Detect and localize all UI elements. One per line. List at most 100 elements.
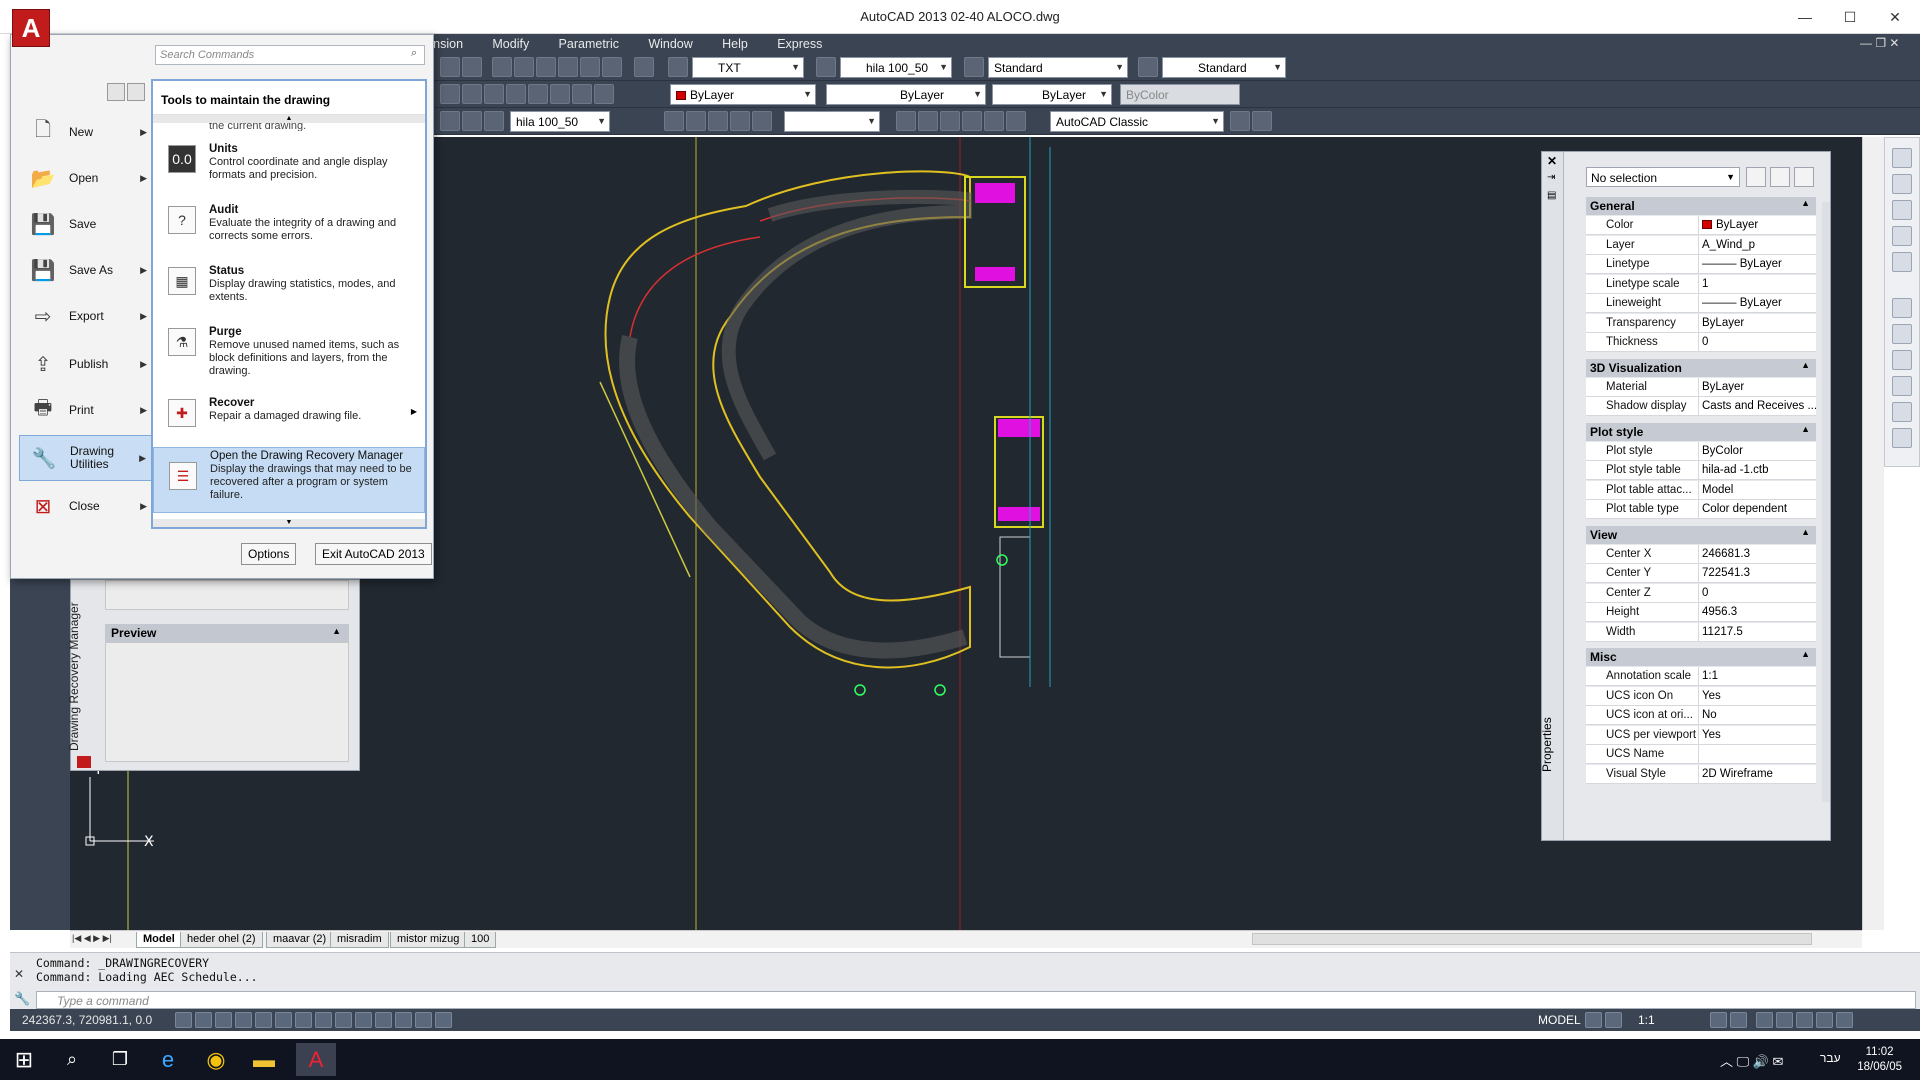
menu-print[interactable]: 🖶 Print ▶ (19, 389, 155, 431)
property-row[interactable]: Layer A_Wind_p (1586, 235, 1816, 255)
tool-icon[interactable] (1892, 148, 1912, 168)
menu-save-as[interactable]: 💾 Save As ▶ (19, 249, 155, 291)
ortho-icon[interactable] (235, 1012, 252, 1028)
maximize-button[interactable]: ☐ (1835, 6, 1865, 28)
osnap-icon[interactable] (275, 1012, 292, 1028)
wrench-icon[interactable]: 🔧 (14, 991, 30, 1007)
lineweight-combo[interactable]: ByLayer ▼ (992, 84, 1112, 105)
quick-select-icon[interactable] (1794, 167, 1814, 187)
tool-icon[interactable] (1892, 402, 1912, 422)
text-style-icon[interactable] (668, 57, 688, 77)
linetype-combo[interactable]: ByLayer ▼ (826, 84, 986, 105)
recover-item[interactable]: ✚ Recover Repair a damaged drawing file.… (153, 395, 425, 433)
layer-tool-icon[interactable] (506, 84, 526, 104)
hardware-acceleration-icon[interactable] (1796, 1012, 1813, 1028)
view-tool-icon[interactable] (708, 111, 728, 131)
otrack-icon[interactable] (315, 1012, 332, 1028)
property-row[interactable]: Transparency ByLayer (1586, 313, 1816, 333)
property-value[interactable]: A_Wind_p (1698, 235, 1816, 255)
help-icon[interactable] (634, 57, 654, 77)
property-value[interactable]: ByLayer (1698, 313, 1816, 333)
close-palette-icon[interactable]: ✕ (1547, 154, 1557, 168)
lock-icon[interactable] (1776, 1012, 1793, 1028)
collapse-icon[interactable]: ▲ (1801, 527, 1810, 537)
search-icon[interactable]: ⌕ (52, 1043, 92, 1076)
layer-tool-icon[interactable] (484, 84, 504, 104)
tab-100[interactable]: 100 (464, 932, 497, 948)
task-view-icon[interactable]: ❐ (100, 1043, 140, 1076)
property-row[interactable]: Annotation scale 1:1 (1586, 667, 1816, 686)
layer-tool-icon[interactable] (462, 84, 482, 104)
doc-window-controls[interactable]: — ❐ ✕ (1860, 36, 1899, 50)
close-cmd-icon[interactable]: ✕ (14, 967, 24, 981)
quick-view-drawings-icon[interactable] (1605, 1012, 1622, 1028)
view-combo[interactable]: ▼ (784, 111, 880, 132)
file-explorer-icon[interactable]: ▬ (244, 1043, 284, 1076)
horizontal-scrollbar[interactable] (1252, 933, 1812, 945)
select-objects-icon[interactable] (1770, 167, 1790, 187)
ucs-tool-icon[interactable] (918, 111, 938, 131)
ucs-tool-icon[interactable] (940, 111, 960, 131)
tab-nav-arrows-icon[interactable]: |◀ ◀ ▶ ▶| (72, 933, 112, 944)
clean-screen-icon[interactable] (1836, 1012, 1853, 1028)
toolbar-tool-icon[interactable] (462, 57, 482, 77)
toolbar-tool-icon[interactable] (558, 57, 578, 77)
menu-export[interactable]: ⇨ Export ▶ (19, 295, 155, 337)
collapse-icon[interactable]: ▲ (1801, 649, 1810, 659)
system-tray-icons[interactable]: ︿ 🖵 🔊 ✉ (1720, 1051, 1783, 1070)
clock[interactable]: 11:02 18/06/05 (1857, 1045, 1902, 1075)
menu-window[interactable]: Window (635, 34, 705, 54)
collapse-icon[interactable]: ▲ (1801, 360, 1810, 370)
annotation-visibility-icon[interactable] (1710, 1012, 1727, 1028)
menu-help[interactable]: Help (709, 34, 761, 54)
scroll-up-icon[interactable]: ▲ (153, 115, 425, 123)
purge-item[interactable]: ⚗ Purge Remove unused named items, such … (153, 324, 425, 384)
dyn-icon[interactable] (355, 1012, 372, 1028)
property-value[interactable] (1698, 745, 1816, 764)
property-value[interactable]: 246681.3 (1698, 544, 1816, 564)
dim-tool-icon[interactable] (484, 111, 504, 131)
grid-icon[interactable] (215, 1012, 232, 1028)
property-row[interactable]: UCS icon at ori... No (1586, 706, 1816, 725)
property-row[interactable]: Center Y 722541.3 (1586, 564, 1816, 583)
close-window-button[interactable]: ✕ (1880, 6, 1910, 28)
ucs-tool-icon[interactable] (962, 111, 982, 131)
recent-documents-icon[interactable] (107, 83, 125, 101)
minimize-button[interactable]: — (1790, 6, 1820, 28)
property-value[interactable]: 0 (1698, 583, 1816, 603)
snap-icon[interactable] (195, 1012, 212, 1028)
quick-view-layouts-icon[interactable] (1585, 1012, 1602, 1028)
polar-icon[interactable] (255, 1012, 272, 1028)
workspace-lock-icon[interactable] (1252, 111, 1272, 131)
layer-tool-icon[interactable] (528, 84, 548, 104)
property-row[interactable]: Shadow display Casts and Receives ... (1586, 397, 1816, 416)
tpy-icon[interactable] (395, 1012, 412, 1028)
tool-icon[interactable] (1892, 298, 1912, 318)
dim-style-combo[interactable]: hila 100_50 ▼ (840, 57, 952, 78)
menu-close[interactable]: ⊠ Close ▶ (19, 485, 155, 527)
toolbar-tool-icon[interactable] (492, 57, 512, 77)
collapse-icon[interactable]: ▲ (1801, 424, 1810, 434)
table-style-combo[interactable]: Standard ▼ (988, 57, 1128, 78)
toolbar-tool-icon[interactable] (514, 57, 534, 77)
preview-header[interactable]: Preview ▲ (105, 624, 349, 642)
toolbar-tool-icon[interactable] (536, 57, 556, 77)
section-header-misc[interactable]: Misc ▲ (1586, 648, 1816, 666)
menu-publish[interactable]: ⇪ Publish ▶ (19, 343, 155, 385)
property-row[interactable]: Color ByLayer (1586, 216, 1816, 235)
property-value[interactable]: ——— ByLayer (1698, 255, 1816, 274)
property-row[interactable]: Height 4956.3 (1586, 603, 1816, 622)
chrome-icon[interactable]: ◉ (196, 1043, 236, 1076)
toolbar-tool-icon[interactable] (580, 57, 600, 77)
tool-icon[interactable] (1892, 428, 1912, 448)
autocad-taskbar-icon[interactable]: A (296, 1043, 336, 1076)
property-row[interactable]: Linetype scale 1 (1586, 274, 1816, 294)
tool-icon[interactable] (1892, 350, 1912, 370)
tab-model[interactable]: Model (136, 932, 182, 948)
property-row[interactable]: UCS Name (1586, 745, 1816, 764)
property-value[interactable]: ByColor (1698, 441, 1816, 461)
section-header-3d-visualization[interactable]: 3D Visualization ▲ (1586, 358, 1816, 377)
status-item[interactable]: ▦ Status Display drawing statistics, mod… (153, 263, 425, 313)
color-combo[interactable]: ByLayer ▼ (670, 84, 816, 105)
layer-tool-icon[interactable] (440, 84, 460, 104)
